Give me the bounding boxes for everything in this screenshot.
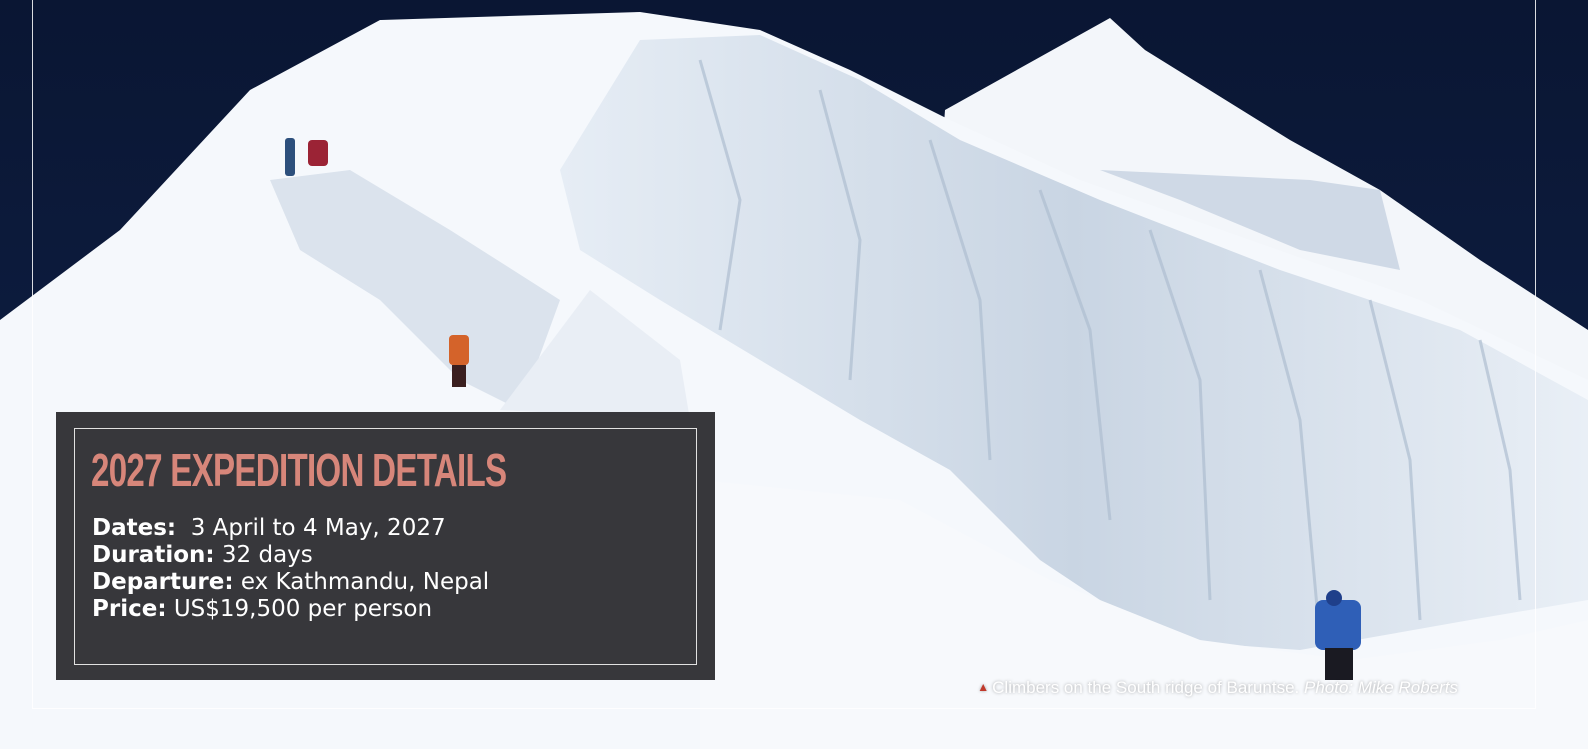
detail-dates: Dates: 3 April to 4 May, 2027: [92, 515, 489, 542]
details-list: Dates: 3 April to 4 May, 2027 Duration: …: [92, 515, 489, 623]
expedition-details-panel: 2027 EXPEDITION DETAILS Dates: 3 April t…: [56, 412, 715, 680]
detail-value: 32 days: [214, 542, 313, 568]
triangle-up-icon: ▲: [977, 680, 990, 694]
detail-price: Price: US$19,500 per person: [92, 596, 489, 623]
detail-value: US$19,500 per person: [166, 596, 433, 622]
detail-label: Price:: [92, 596, 167, 622]
photo-caption: ▲ Climbers on the South ridge of Baruntse…: [977, 678, 1458, 698]
detail-label: Dates:: [92, 515, 177, 541]
panel-border: 2027 EXPEDITION DETAILS Dates: 3 April t…: [74, 428, 697, 665]
detail-duration: Duration: 32 days: [92, 542, 489, 569]
photo-credit: Photo: Mike Roberts: [1303, 678, 1458, 697]
detail-value: ex Kathmandu, Nepal: [233, 569, 490, 595]
detail-value: 3 April to 4 May, 2027: [176, 515, 446, 541]
panel-title: 2027 EXPEDITION DETAILS: [91, 444, 507, 496]
detail-label: Departure:: [92, 569, 234, 595]
detail-label: Duration:: [92, 542, 215, 568]
caption-text: Climbers on the South ridge of Baruntse.: [992, 678, 1304, 697]
detail-departure: Departure: ex Kathmandu, Nepal: [92, 569, 489, 596]
